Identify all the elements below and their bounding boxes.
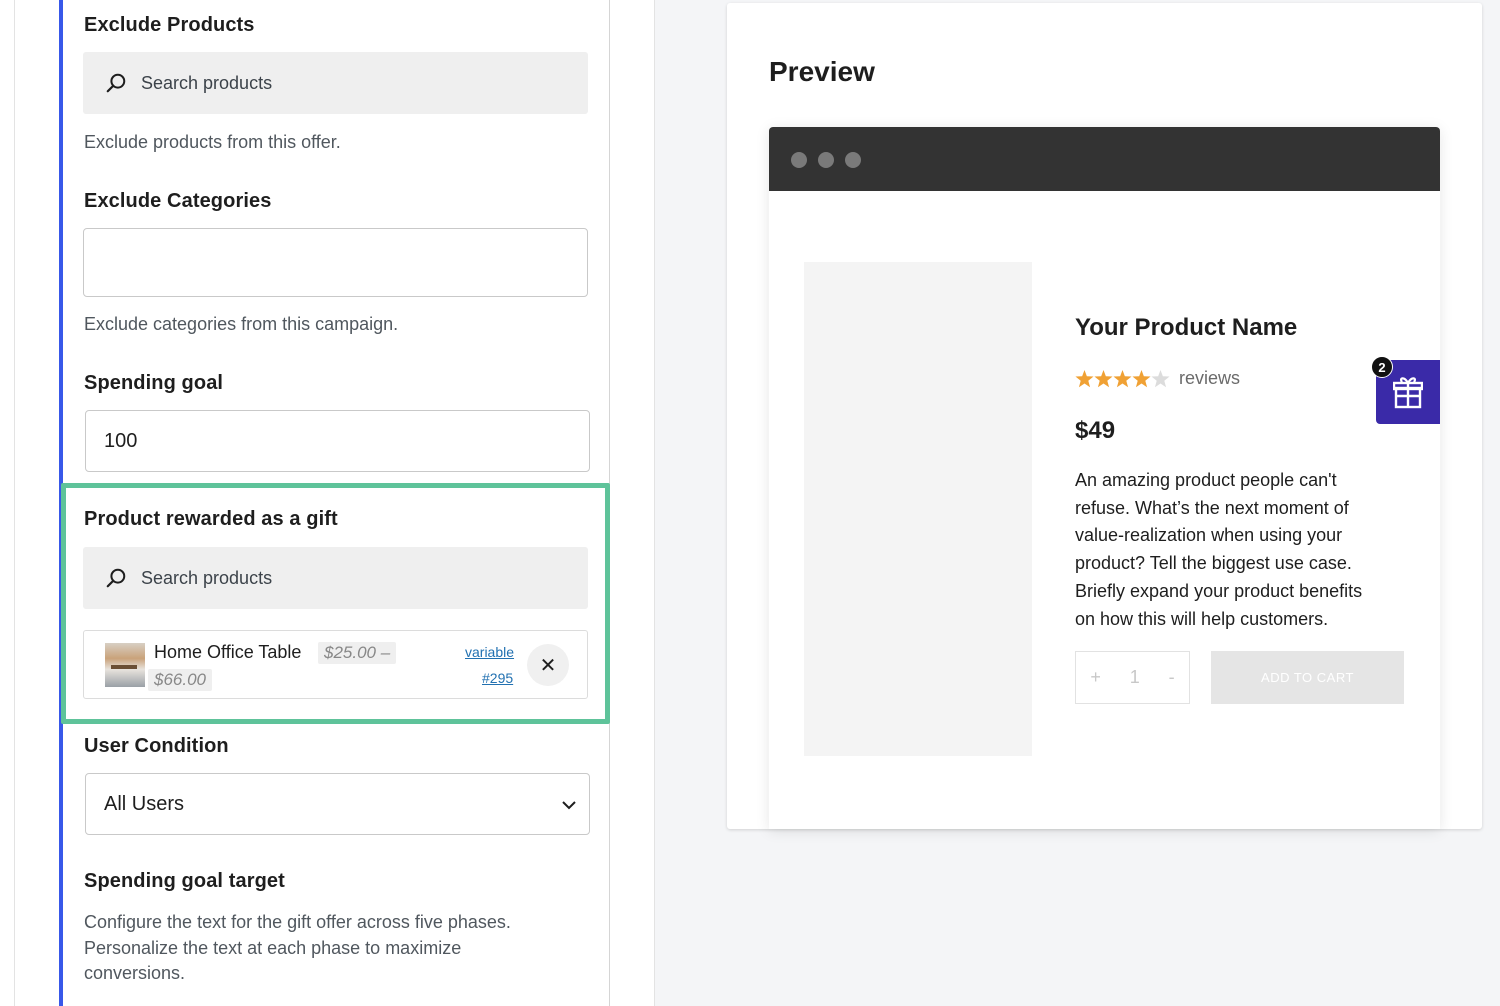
chevron-down-icon [562,801,576,810]
add-to-cart-button[interactable]: ADD TO CART [1211,651,1404,704]
gift-product-label: Product rewarded as a gift [84,508,338,530]
star-icon [1113,370,1132,388]
product-image-placeholder [804,262,1032,756]
quantity-stepper[interactable]: + 1 - [1075,651,1190,704]
gift-icon [1393,377,1423,409]
exclude-products-search[interactable]: Search products [83,52,588,114]
search-icon [106,568,126,588]
description-line: refuse. What’s the next moment of [1075,497,1349,518]
spending-goal-input[interactable]: 100 [85,410,590,472]
gift-product-search[interactable]: Search products [83,547,588,609]
product-name: Home Office Table [154,642,302,662]
spending-goal-target-help-3: conversions. [84,963,186,983]
spending-goal-target-label: Spending goal target [84,870,285,892]
product-price-to: $66.00 [148,669,212,691]
star-icon [1151,370,1170,388]
preview-product-description: An amazing product people can't refuse. … [1075,467,1405,633]
star-rating [1075,370,1170,388]
window-dot [818,152,834,168]
browser-titlebar [769,127,1440,191]
qty-plus-button[interactable]: + [1090,667,1101,688]
exclude-categories-label: Exclude Categories [84,190,272,212]
selected-gift-product: Home Office Table $25.00 – $66.00 variab… [83,630,588,699]
description-line: value-realization when using your [1075,525,1343,546]
description-line: product? Tell the biggest use case. [1075,553,1352,574]
exclude-products-label: Exclude Products [84,14,255,36]
gift-count-badge: 2 [1371,356,1393,378]
reviews-label: reviews [1179,368,1241,388]
user-condition-value: All Users [104,792,185,815]
search-placeholder: Search products [141,72,273,93]
window-dot [791,152,807,168]
outer-divider [14,0,15,1006]
spending-goal-target-help-1: Configure the text for the gift offer ac… [84,912,511,932]
search-icon [106,73,126,93]
product-id-link[interactable]: #295 [482,670,513,686]
star-icon [1094,370,1113,388]
description-line: on how this will help customers. [1075,608,1329,629]
preview-product-price: $49 [1075,417,1116,444]
description-line: An amazing product people can't [1075,470,1337,490]
star-icon [1075,370,1094,388]
spending-goal-target-help-2: Personalize the text at each phase to ma… [84,938,462,958]
star-icon [1132,370,1151,388]
product-thumbnail [105,643,145,687]
product-price-from: $25.00 – [318,642,397,664]
user-condition-select[interactable]: All Users [85,773,590,835]
window-dot [845,152,861,168]
exclude-categories-help: Exclude categories from this campaign. [84,314,399,334]
user-condition-label: User Condition [84,735,229,757]
close-icon: ✕ [539,654,557,677]
preview-product-name: Your Product Name [1075,314,1298,341]
search-placeholder: Search products [141,567,273,588]
qty-value[interactable]: 1 [1130,667,1140,688]
qty-minus-button[interactable]: - [1169,667,1175,688]
description-line: Briefly expand your product benefits [1075,580,1363,601]
exclude-products-help: Exclude products from this offer. [84,132,341,152]
spending-goal-label: Spending goal [84,372,224,394]
remove-product-button[interactable]: ✕ [527,644,569,686]
preview-title: Preview [769,56,875,87]
product-type-link[interactable]: variable [465,644,514,660]
exclude-categories-input[interactable] [83,228,588,297]
